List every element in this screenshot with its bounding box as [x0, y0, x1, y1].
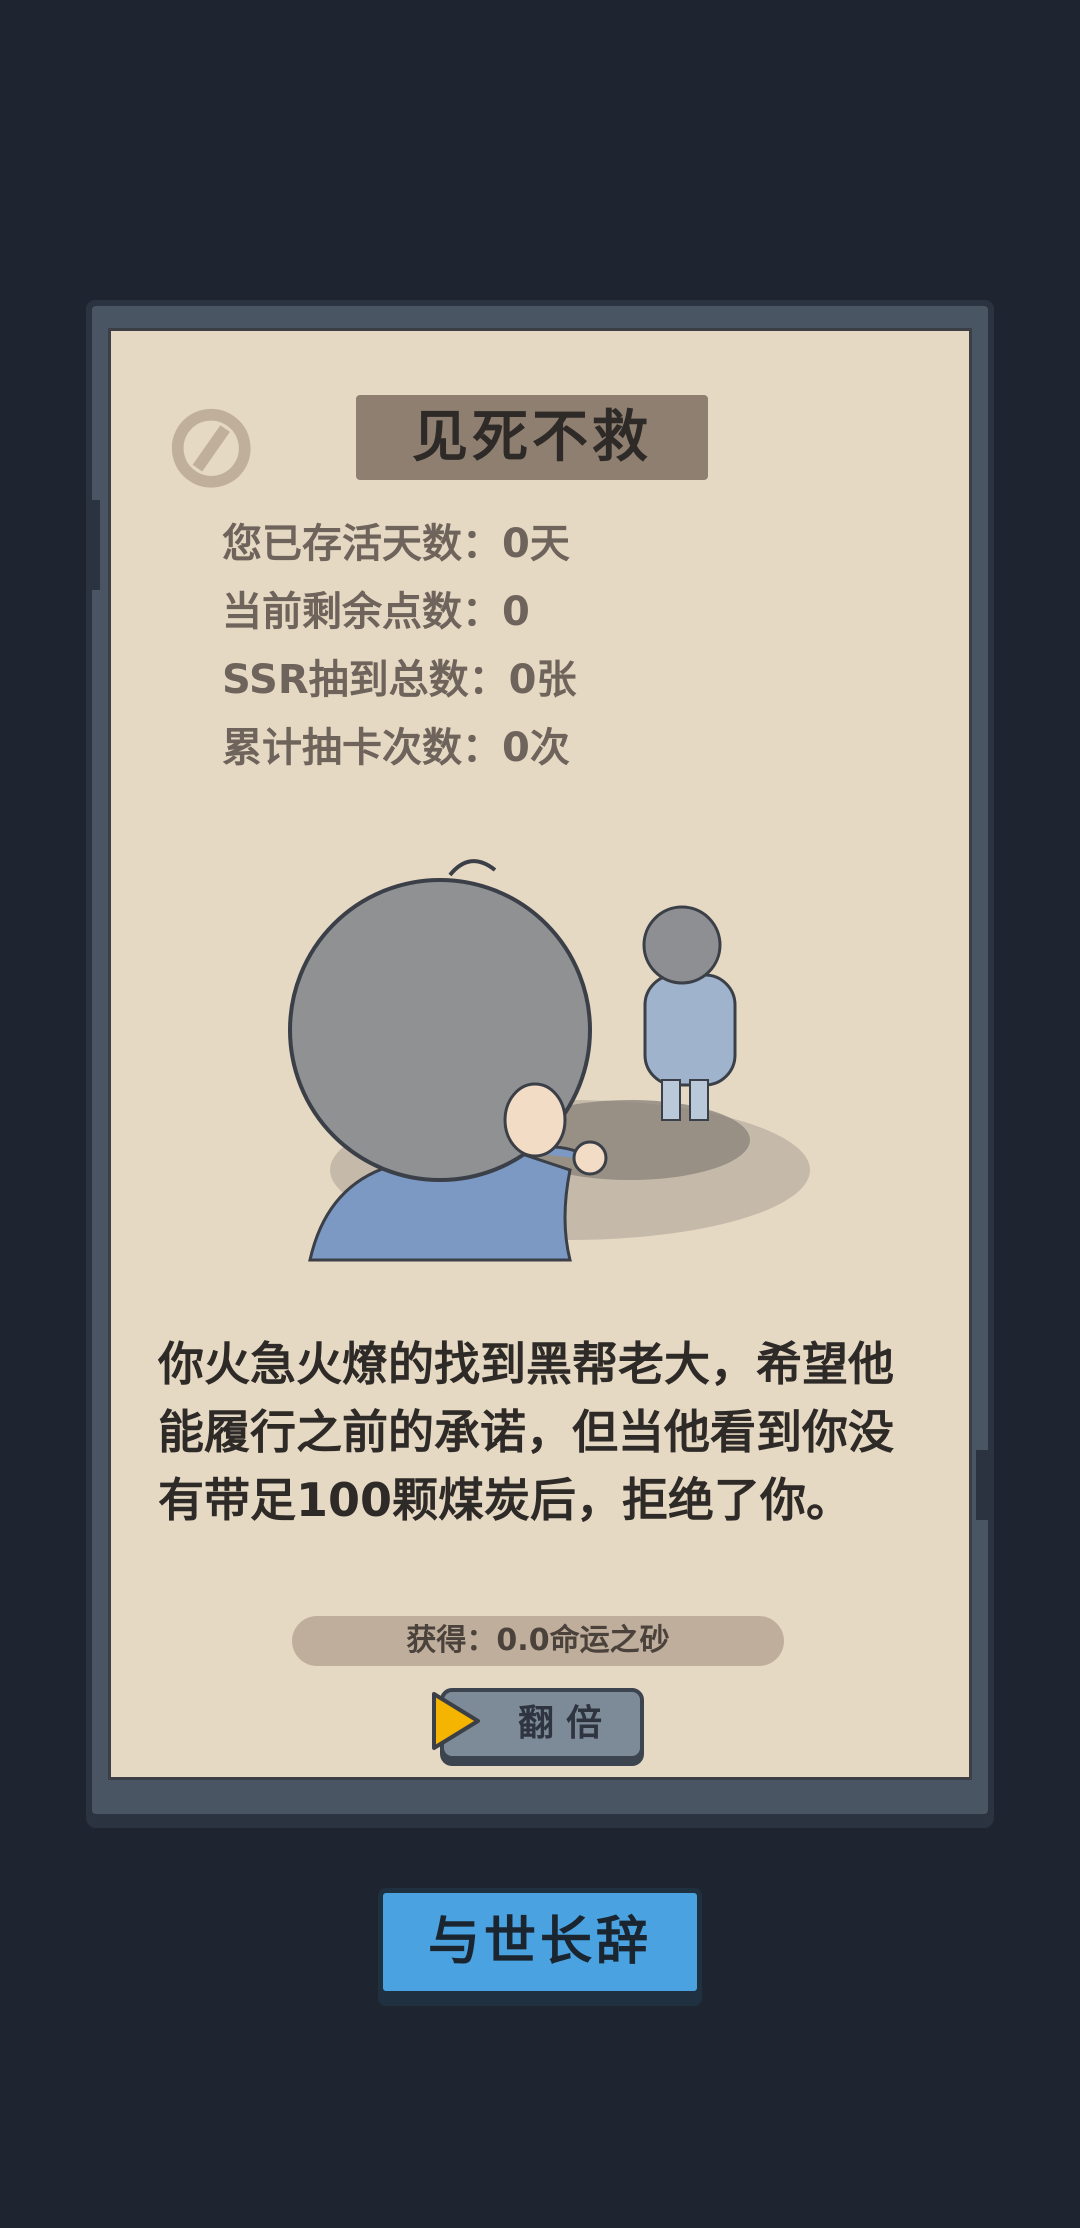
frame-crack — [86, 500, 100, 590]
stat-ssr-total: SSR抽到总数：0张 — [222, 657, 577, 703]
stats-list: 您已存活天数：0天 当前剩余点数：0 SSR抽到总数：0张 累计抽卡次数：0次 — [222, 510, 822, 782]
game-screen: ⊘ 见死不救 您已存活天数：0天 当前剩余点数：0 SSR抽到总数：0张 累计抽… — [0, 0, 1080, 2228]
reward-text: 获得：0.0命运之砂 — [292, 1616, 784, 1666]
play-arrow-icon — [432, 1692, 480, 1750]
faded-stamp-icon: ⊘ — [149, 368, 273, 523]
double-reward-label: 翻倍 — [517, 1703, 614, 1744]
stat-draw-count: 累计抽卡次数：0次 — [222, 725, 570, 771]
stat-points-remaining: 当前剩余点数：0 — [222, 589, 530, 635]
foreground-figure — [288, 859, 608, 1262]
distant-figure — [642, 905, 737, 1121]
event-story-text: 你火急火燎的找到黑帮老大，希望他能履行之前的承诺，但当他看到你没有带足100颗煤… — [158, 1337, 894, 1527]
pass-away-button[interactable]: 与世长辞 — [378, 1888, 702, 1996]
stat-days-survived: 您已存活天数：0天 — [222, 521, 570, 567]
event-title: 见死不救 — [356, 395, 708, 480]
event-illustration — [288, 859, 810, 1262]
frame-crack — [976, 1450, 994, 1520]
